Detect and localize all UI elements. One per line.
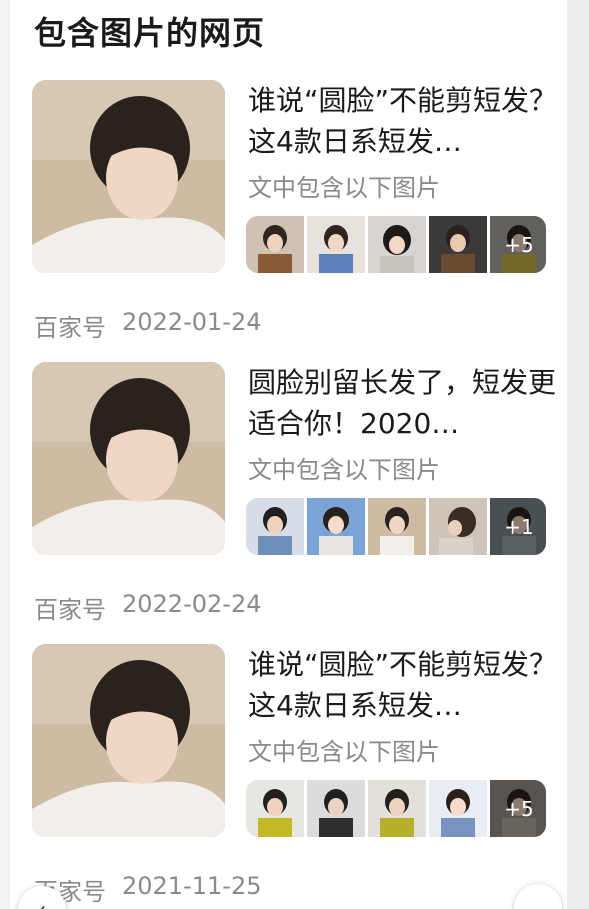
related-image[interactable] [307, 780, 365, 837]
related-image[interactable] [246, 498, 304, 555]
article-meta: 百家号 2021-11-25 [34, 872, 261, 907]
publish-date: 2022-02-24 [122, 590, 262, 618]
image-strip[interactable]: +5 [246, 216, 546, 273]
related-image[interactable] [368, 216, 426, 273]
article-meta: 百家号 2022-01-24 [34, 308, 261, 343]
result-card[interactable]: 圆脸别留长发了，短发更适合你！2020… 文中包含以下图片 +1 百家号 202… [10, 362, 567, 644]
ellipsis-icon: … [527, 895, 549, 909]
related-image-more[interactable]: +5 [490, 780, 546, 837]
image-caption: 文中包含以下图片 [248, 738, 440, 766]
image-caption: 文中包含以下图片 [248, 456, 440, 484]
related-image[interactable] [368, 498, 426, 555]
publish-date: 2021-11-25 [122, 872, 262, 900]
article-headline[interactable]: 圆脸别留长发了，短发更适合你！2020… [248, 362, 558, 444]
related-image[interactable] [368, 780, 426, 837]
section-title: 包含图片的网页 [34, 14, 266, 52]
related-image-more[interactable]: +1 [490, 498, 546, 555]
result-card[interactable]: 谁说“圆脸”不能剪短发？这4款日系短发… 文中包含以下图片 +5 百家号 202… [10, 644, 567, 909]
main-thumbnail[interactable] [32, 80, 225, 273]
related-image[interactable] [246, 780, 304, 837]
related-image[interactable] [307, 498, 365, 555]
image-strip[interactable]: +5 [246, 780, 546, 837]
article-headline[interactable]: 谁说“圆脸”不能剪短发？这4款日系短发… [248, 80, 558, 162]
related-image-more[interactable]: +5 [490, 216, 546, 273]
related-image[interactable] [307, 216, 365, 273]
chevron-left-icon: ‹ [38, 898, 47, 909]
source-name: 百家号 [34, 314, 106, 342]
related-image[interactable] [429, 780, 487, 837]
more-count-badge: +5 [490, 216, 546, 273]
article-headline[interactable]: 谁说“圆脸”不能剪短发？这4款日系短发… [248, 644, 558, 726]
main-thumbnail[interactable] [32, 644, 225, 837]
page-edge [567, 0, 589, 909]
image-strip[interactable]: +1 [246, 498, 546, 555]
publish-date: 2022-01-24 [122, 308, 262, 336]
results-page: 包含图片的网页 谁说“圆脸”不能剪短发？这4款日系短发… 文中包含以下图片 +5… [10, 0, 567, 909]
more-count-badge: +5 [490, 780, 546, 837]
related-image[interactable] [429, 216, 487, 273]
result-card[interactable]: 谁说“圆脸”不能剪短发？这4款日系短发… 文中包含以下图片 +5 百家号 202… [10, 80, 567, 362]
source-name: 百家号 [34, 596, 106, 624]
article-meta: 百家号 2022-02-24 [34, 590, 261, 625]
related-image[interactable] [246, 216, 304, 273]
image-caption: 文中包含以下图片 [248, 174, 440, 202]
related-image[interactable] [429, 498, 487, 555]
more-count-badge: +1 [490, 498, 546, 555]
main-thumbnail[interactable] [32, 362, 225, 555]
